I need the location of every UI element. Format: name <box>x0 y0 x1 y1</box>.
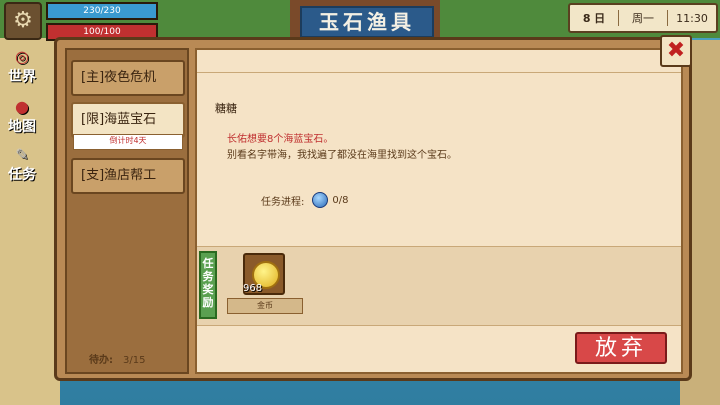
divider <box>197 72 681 73</box>
globe-icon: ◎ <box>15 47 29 66</box>
reward-name: 金币 <box>227 298 303 314</box>
progress-value: 0/8 <box>332 194 349 206</box>
quest-tab-main[interactable]: [主]夜色危机 <box>71 60 185 96</box>
progress-label: 任务进程: <box>261 196 305 208</box>
quest-list: [主]夜色危机 [限]海蓝宝石 倒计时4天 [支]渔店帮工 待办: 3/15 <box>65 48 189 374</box>
quill-icon: ✎ <box>15 145 29 164</box>
close-icon: ✖ <box>666 38 686 63</box>
quest-tab-side[interactable]: [支]渔店帮工 <box>71 158 185 194</box>
tasks-button[interactable]: ✎ 任务 <box>2 146 42 186</box>
tasks-label: 任务 <box>8 167 36 183</box>
abandon-button[interactable]: 放弃 <box>575 332 667 364</box>
hp-text: 230/230 <box>83 6 121 16</box>
world-label: 世界 <box>8 69 36 85</box>
map-pin-icon: ● <box>15 97 29 116</box>
shop-sign: 玉石渔具 <box>300 6 434 38</box>
quest-countdown: 倒计时4天 <box>73 134 183 150</box>
world-button[interactable]: ◎ 世界 <box>2 48 42 88</box>
quest-tab-limited-label: [限]海蓝宝石 <box>81 112 157 127</box>
aquamarine-gem-icon <box>312 192 329 208</box>
date-time-display: 8 日 周一 11:30 <box>568 3 718 33</box>
todo-count: 待办: 3/15 <box>89 355 146 366</box>
settings-gear-icon[interactable]: ⚙ <box>4 2 42 40</box>
reward-section: 任务奖励 968 金币 <box>197 246 681 326</box>
weekday: 周一 <box>619 10 668 26</box>
hp-bar: 230/230 <box>46 2 158 20</box>
quest-progress: 任务进程: 0/8 <box>261 192 348 208</box>
quest-panel: [主]夜色危机 [限]海蓝宝石 倒计时4天 [支]渔店帮工 待办: 3/15 糖糖… <box>54 37 692 381</box>
reward-count: 968 <box>243 283 263 294</box>
quest-tab-limited[interactable]: [限]海蓝宝石 倒计时4天 <box>71 102 185 150</box>
close-button[interactable]: ✖ <box>660 35 692 67</box>
reward-label: 任务奖励 <box>199 251 217 319</box>
map-label: 地图 <box>8 119 36 135</box>
map-button[interactable]: ● 地图 <box>2 98 42 138</box>
quest-objective: 长佑想要8个海蓝宝石。 <box>227 134 334 145</box>
quest-description: 别看名字带海，我找遍了都没在海里找到这个宝石。 <box>227 150 457 161</box>
quest-giver-name: 糖糖 <box>215 102 237 115</box>
quest-detail: 糖糖 长佑想要8个海蓝宝石。 别看名字带海，我找遍了都没在海里找到这个宝石。 任… <box>195 48 683 374</box>
clock-time: 11:30 <box>676 11 708 25</box>
day-number: 8 日 <box>570 10 619 26</box>
